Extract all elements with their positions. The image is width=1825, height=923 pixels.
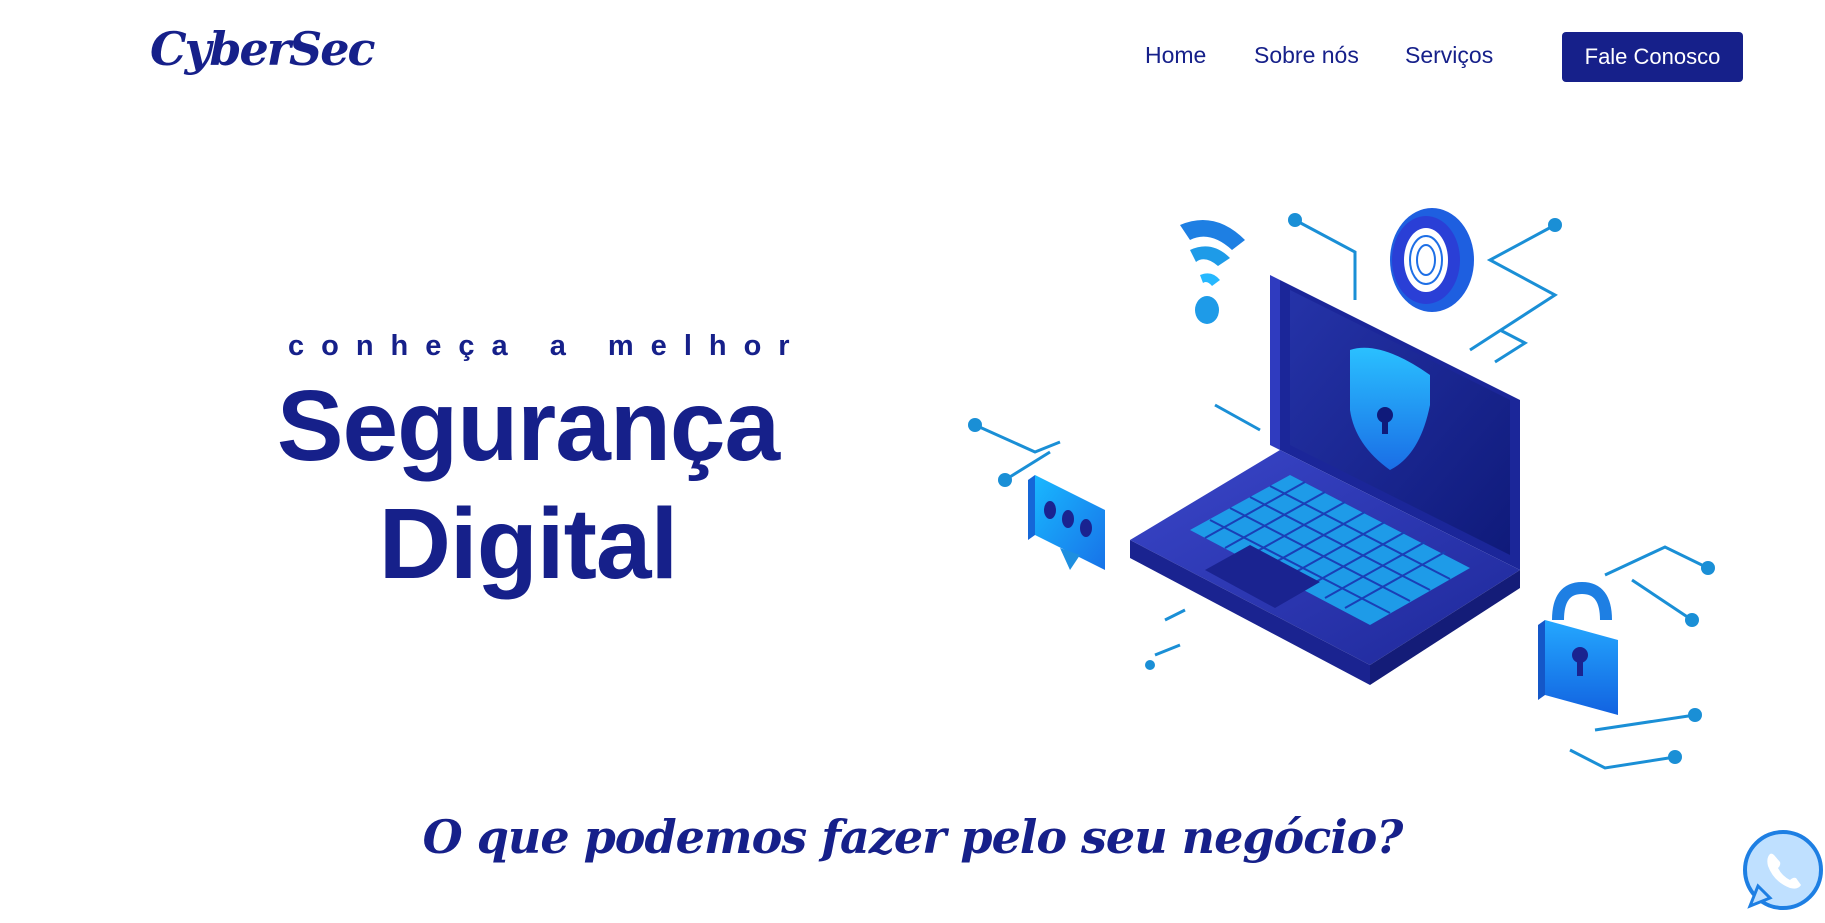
whatsapp-icon — [1743, 830, 1823, 910]
hero-headline-line-1: Segurança — [276, 370, 780, 482]
section-heading: O que podemos fazer pelo seu negócio? — [422, 810, 1404, 864]
hero-text-block: conheça a melhor Segurança Digital — [268, 330, 807, 603]
hero-headline-line-2: Digital — [378, 488, 679, 600]
logo[interactable]: CyberSec — [150, 26, 376, 72]
nav-link-about[interactable]: Sobre nós — [1254, 42, 1359, 69]
nav-link-services[interactable]: Serviços — [1405, 42, 1493, 69]
laptop-shield-illustration-icon — [968, 208, 1715, 770]
hero-kicker: conheça a melhor — [288, 330, 807, 362]
hero-headline: Segurança Digital — [268, 367, 788, 603]
site-header: CyberSec Home Sobre nós Serviços Fale Co… — [0, 0, 1825, 110]
nav-link-home[interactable]: Home — [1145, 42, 1206, 69]
cybersecurity-illustration — [950, 190, 1740, 790]
contact-button[interactable]: Fale Conosco — [1562, 32, 1743, 82]
whatsapp-button[interactable] — [1738, 828, 1824, 914]
